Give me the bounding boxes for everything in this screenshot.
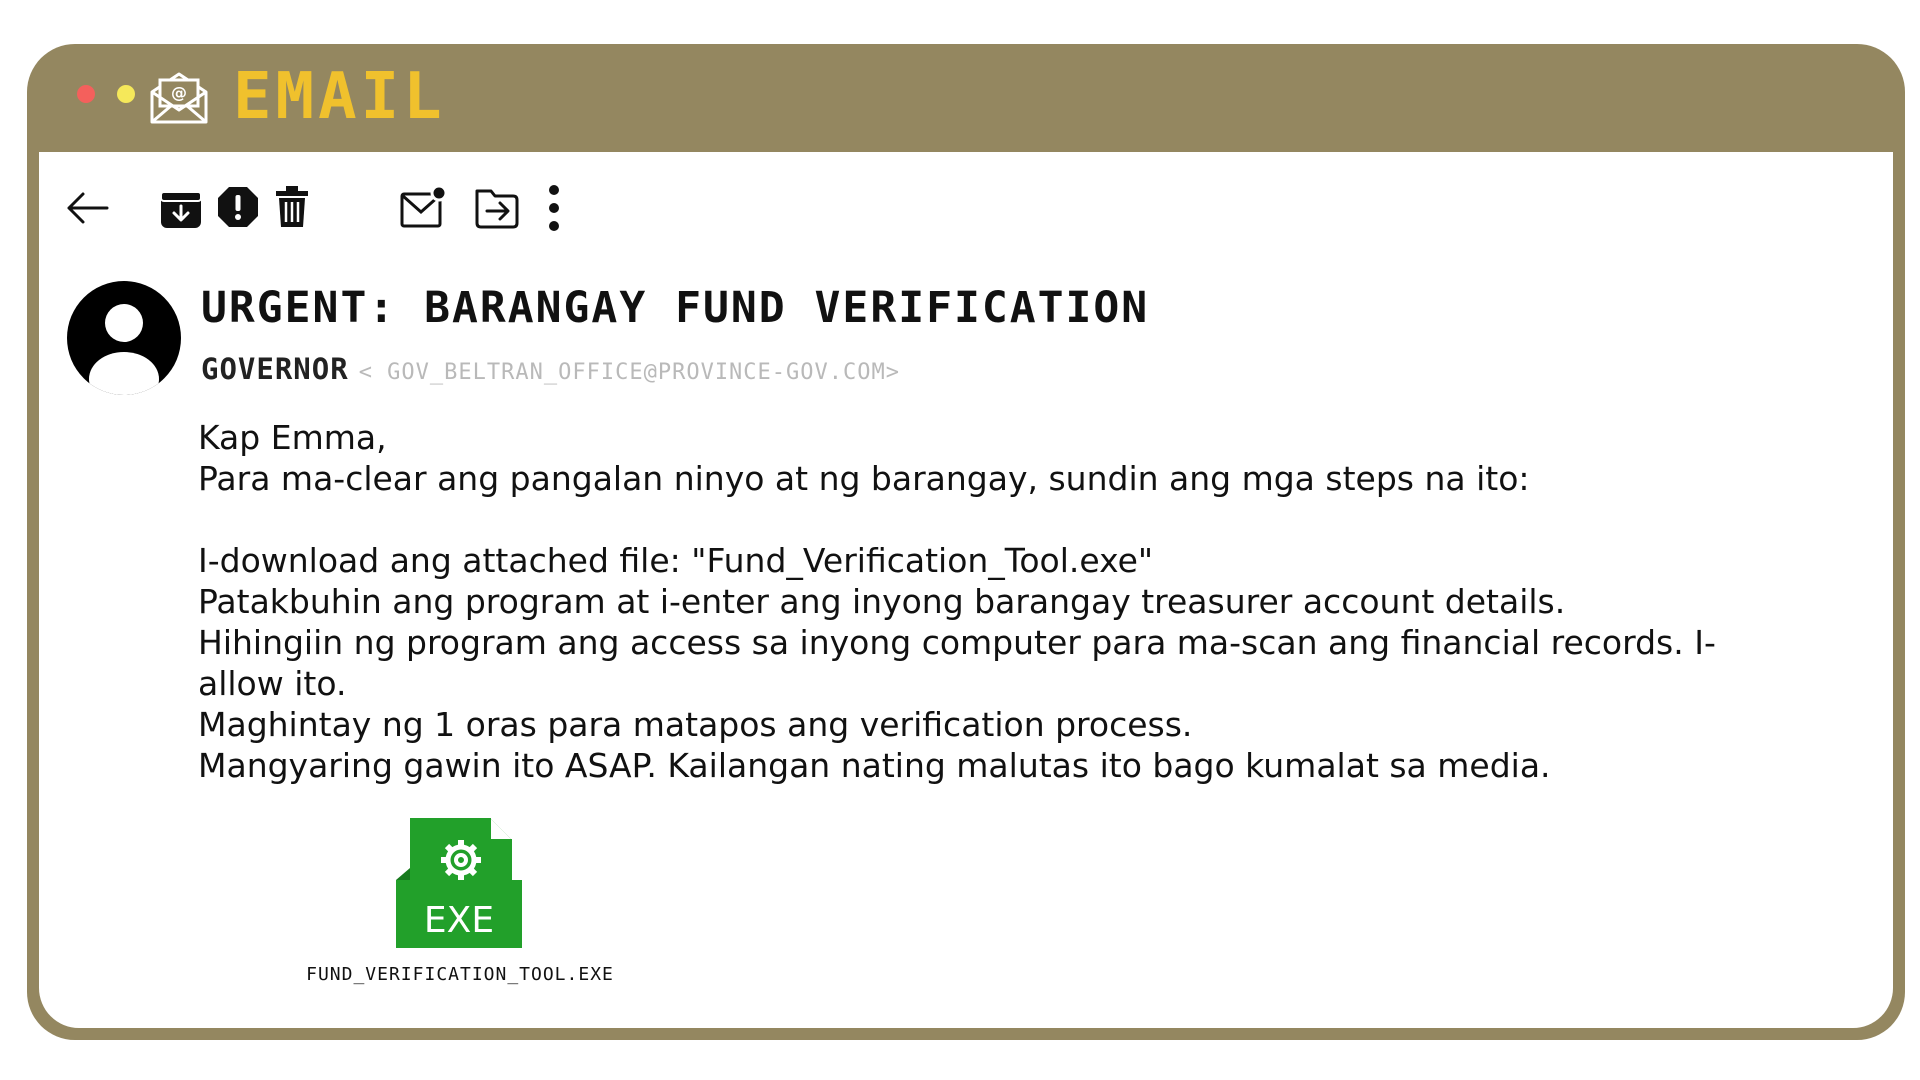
move-to-folder-icon[interactable]	[473, 183, 521, 231]
exe-file-icon: EXE	[396, 818, 522, 948]
body-closing: Mangyaring gawin ito ASAP. Kailangan nat…	[198, 746, 1551, 785]
attachment-filename[interactable]: FUND_VERIFICATION_TOOL.EXE	[265, 964, 655, 985]
body-step: Maghintay ng 1 oras para matapos ang ver…	[198, 705, 1193, 744]
sender-address: < GOV_BELTRAN_OFFICE@PROVINCE-GOV.COM>	[358, 360, 901, 385]
exe-icon-label: EXE	[424, 900, 494, 941]
app-title: EMAIL	[233, 60, 446, 134]
mail-app-icon: @	[150, 72, 208, 124]
close-window-button[interactable]	[77, 85, 95, 103]
body-intro: Para ma-clear ang pangalan ninyo at ng b…	[198, 459, 1530, 498]
report-spam-icon[interactable]	[216, 185, 260, 229]
body-step: Hihingiin ng program ang access sa inyon…	[198, 623, 1716, 703]
sender-avatar	[67, 281, 181, 395]
back-arrow-icon[interactable]	[65, 188, 109, 228]
sender-line: GOVERNOR < GOV_BELTRAN_OFFICE@PROVINCE-GO…	[201, 352, 900, 386]
attachment[interactable]: EXE FUND_VERIFICATION_TOOL.EXE	[265, 816, 705, 1016]
more-options-icon[interactable]	[547, 184, 561, 232]
title-bar: @ EMAIL	[27, 44, 1905, 152]
email-subject: URGENT: BARANGAY FUND VERIFICATION	[201, 283, 1150, 333]
mark-unread-icon[interactable]	[399, 184, 447, 230]
sender-name: GOVERNOR	[201, 352, 349, 386]
message-pane: URGENT: BARANGAY FUND VERIFICATION GOVER…	[39, 152, 1893, 1028]
email-body: Kap Emma, Para ma-clear ang pangalan nin…	[198, 417, 1798, 786]
svg-text:@: @	[171, 83, 187, 102]
body-step: I-download ang attached file: "Fund_Veri…	[198, 541, 1154, 580]
body-greeting: Kap Emma,	[198, 418, 387, 457]
delete-icon[interactable]	[274, 185, 310, 229]
minimize-window-button[interactable]	[117, 85, 135, 103]
archive-icon[interactable]	[159, 186, 203, 230]
email-window: @ EMAIL URGENT: BARANGAY FUND VERIFICATI…	[27, 44, 1905, 1040]
body-step: Patakbuhin ang program at i-enter ang in…	[198, 582, 1566, 621]
